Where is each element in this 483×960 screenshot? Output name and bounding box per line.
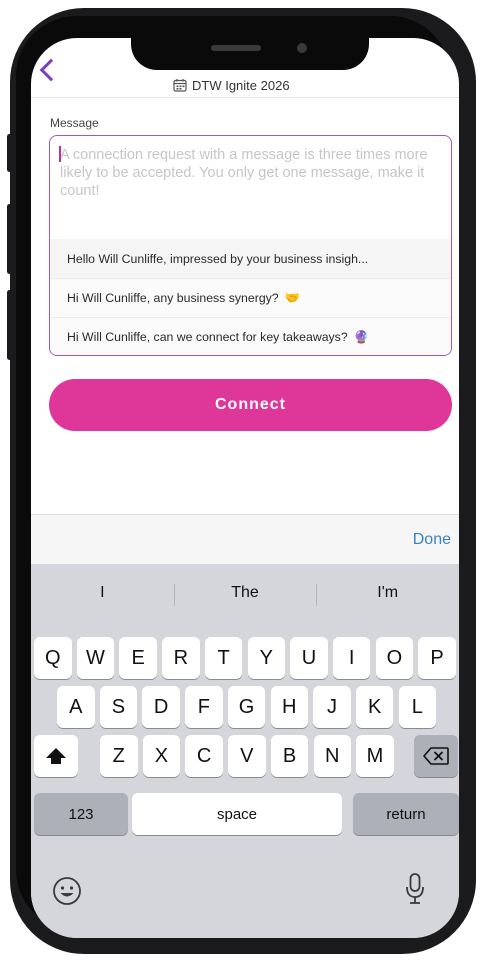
event-title-text: DTW Ignite 2026 (192, 77, 290, 93)
prediction-item[interactable]: I (31, 572, 174, 614)
key-p[interactable]: P (418, 637, 456, 679)
message-label: Message (50, 116, 99, 130)
event-title: DTW Ignite 2026 (173, 76, 290, 94)
suggestion-text: Hi Will Cunliffe, any business synergy? (67, 291, 279, 305)
shift-icon (46, 748, 66, 764)
key-r[interactable]: R (162, 637, 200, 679)
message-textarea[interactable]: A connection request with a message is t… (49, 135, 452, 356)
side-button-silent (7, 134, 12, 172)
backspace-icon (423, 747, 449, 765)
key-f[interactable]: F (185, 686, 223, 728)
connect-button[interactable]: Connect (49, 379, 452, 431)
key-d[interactable]: D (142, 686, 180, 728)
prediction-item[interactable]: The (173, 572, 317, 614)
keyboard-accessory-bar: Done (31, 514, 459, 564)
key-m[interactable]: M (356, 735, 394, 777)
key-w[interactable]: W (76, 637, 115, 679)
key-g[interactable]: G (227, 686, 266, 728)
suggestion-item[interactable]: Hello Will Cunliffe, impressed by your b… (50, 239, 451, 278)
chevron-left-icon[interactable] (39, 58, 63, 82)
suggestion-text: Hello Will Cunliffe, impressed by your b… (67, 251, 369, 266)
return-key[interactable]: return (353, 793, 459, 835)
side-button-volume-up (7, 204, 12, 274)
key-x[interactable]: X (142, 735, 181, 777)
front-camera (297, 43, 307, 53)
key-b[interactable]: B (270, 735, 309, 777)
key-e[interactable]: E (119, 637, 157, 679)
crystal-ball-icon: 🔮 (353, 329, 369, 344)
shift-key[interactable] (34, 735, 78, 777)
key-n[interactable]: N (313, 735, 351, 777)
done-button[interactable]: Done (413, 531, 451, 549)
key-h[interactable]: H (270, 686, 308, 728)
numbers-key[interactable]: 123 (34, 793, 128, 835)
key-j[interactable]: J (313, 686, 351, 728)
suggestion-list: Hello Will Cunliffe, impressed by your b… (50, 239, 451, 355)
key-a[interactable]: A (57, 686, 95, 728)
notch (131, 38, 369, 70)
phone-screen: DTW Ignite 2026 Message A connection req… (31, 38, 459, 938)
keyboard: I The I'm QWERTYUIOPASDFGHJKLZXCVBNM 123… (31, 564, 459, 938)
side-button-volume-down (7, 290, 12, 360)
key-s[interactable]: S (99, 686, 138, 728)
backspace-key[interactable] (414, 735, 458, 777)
calendar-icon (173, 79, 187, 92)
key-k[interactable]: K (355, 686, 394, 728)
key-i[interactable]: I (332, 637, 371, 679)
prediction-item[interactable]: I'm (316, 572, 459, 614)
key-q[interactable]: Q (34, 637, 72, 679)
suggestion-item[interactable]: Hi Will Cunliffe, can we connect for key… (50, 317, 451, 355)
key-l[interactable]: L (398, 686, 437, 728)
space-key[interactable]: space (132, 793, 342, 835)
key-c[interactable]: C (185, 735, 223, 777)
handshake-icon: 🤝 (284, 290, 300, 305)
key-o[interactable]: O (375, 637, 414, 679)
header: DTW Ignite 2026 (31, 58, 459, 98)
emoji-icon[interactable] (52, 876, 82, 906)
text-cursor (59, 146, 61, 162)
suggestion-text: Hi Will Cunliffe, can we connect for key… (67, 330, 348, 344)
key-z[interactable]: Z (100, 735, 138, 777)
predictive-bar: I The I'm (31, 572, 459, 614)
key-u[interactable]: U (290, 637, 328, 679)
message-placeholder: A connection request with a message is t… (60, 147, 428, 199)
speaker (211, 45, 261, 51)
key-y[interactable]: Y (247, 637, 285, 679)
microphone-icon[interactable] (404, 872, 426, 906)
key-v[interactable]: V (228, 735, 266, 777)
suggestion-item[interactable]: Hi Will Cunliffe, any business synergy? … (50, 278, 451, 317)
key-t[interactable]: T (204, 637, 243, 679)
